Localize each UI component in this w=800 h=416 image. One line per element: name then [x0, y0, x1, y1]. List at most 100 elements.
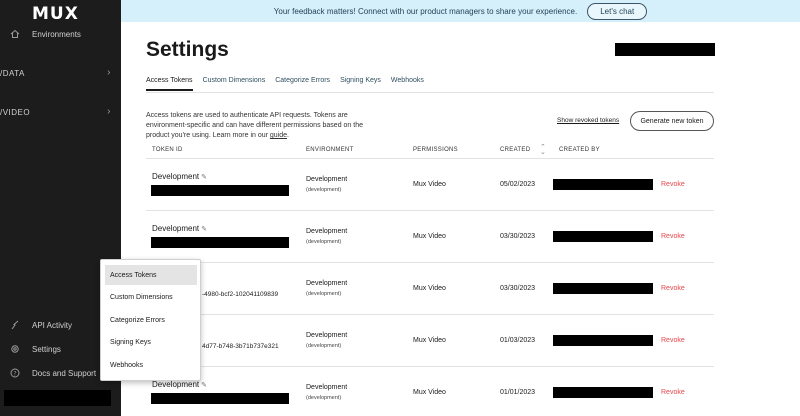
table-row: 4d77-b748-3b71b737e321 Development (devel… — [146, 315, 714, 367]
environment-name: Development — [306, 176, 348, 183]
redacted-header-info — [615, 43, 715, 56]
edit-pencil-icon[interactable]: ✎ — [201, 382, 207, 389]
settings-tabs: Access Tokens Custom Dimensions Categori… — [146, 77, 424, 91]
token-name-text: Development — [152, 380, 200, 389]
token-id-partial: -4980-bcf2-102041109839 — [202, 291, 279, 298]
menu-item-access-tokens[interactable]: Access Tokens — [105, 265, 197, 285]
redacted-created-by — [553, 335, 653, 346]
environment-cell: Development (development) — [306, 331, 347, 351]
svg-text:?: ? — [13, 370, 16, 377]
created-date: 03/30/2023 — [500, 233, 536, 240]
chevron-right-icon: › — [107, 67, 111, 78]
environment-cell: Development (development) — [306, 383, 347, 403]
environment-cell: Development (development) — [306, 227, 347, 247]
column-header-environment: ENVIRONMENT — [306, 147, 354, 153]
column-header-created-by: CREATED BY — [559, 147, 600, 153]
sidebar-section-label: /DATA — [0, 69, 25, 78]
environment-name: Development — [306, 384, 348, 391]
edit-pencil-icon[interactable]: ✎ — [201, 174, 207, 181]
permissions-cell: Mux Video — [413, 337, 446, 344]
environment-sub: (development) — [306, 187, 342, 193]
home-icon — [10, 29, 20, 39]
column-header-created[interactable]: CREATED — [500, 147, 530, 153]
settings-popup-menu: Access Tokens Custom Dimensions Categori… — [100, 259, 201, 381]
chevron-right-icon: › — [107, 106, 111, 117]
token-id-partial: 4d77-b748-3b71b737e321 — [202, 343, 279, 350]
sidebar-item-label: Docs and Support — [32, 368, 97, 378]
redacted-created-by — [553, 283, 653, 294]
environment-sub: (development) — [306, 395, 342, 401]
environment-sub: (development) — [306, 239, 342, 245]
token-name[interactable]: Development ✎ — [152, 172, 207, 181]
feedback-banner: Your feedback matters! Connect with our … — [121, 0, 800, 22]
sidebar-item-label: Settings — [32, 344, 61, 354]
page-title: Settings — [146, 38, 229, 61]
description-period: . — [287, 132, 289, 139]
created-date: 05/02/2023 — [500, 181, 536, 188]
table-row: Development ✎ Development (development) Mu… — [146, 159, 714, 211]
banner-text: Your feedback matters! Connect with our … — [273, 6, 578, 16]
environment-cell: Development (development) — [306, 279, 347, 299]
environment-sub: (development) — [306, 291, 342, 297]
environment-sub: (development) — [306, 343, 342, 349]
created-date: 01/01/2023 — [500, 389, 536, 396]
sidebar-section-data[interactable]: /DATA › — [0, 67, 121, 81]
access-tokens-description: Access tokens are used to authenticate A… — [146, 111, 386, 141]
tab-access-tokens[interactable]: Access Tokens — [146, 77, 193, 91]
environment-cell: Development (development) — [306, 175, 347, 195]
environment-name: Development — [306, 332, 348, 339]
revoke-link[interactable]: Revoke — [661, 337, 685, 344]
menu-item-signing-keys[interactable]: Signing Keys — [105, 332, 197, 352]
show-revoked-tokens-link[interactable]: Show revoked tokens — [557, 117, 619, 124]
sidebar-item-label: API Activity — [32, 320, 73, 330]
tab-signing-keys[interactable]: Signing Keys — [340, 77, 381, 91]
activity-icon — [10, 320, 20, 330]
revoke-link[interactable]: Revoke — [661, 233, 685, 240]
environment-name: Development — [306, 228, 348, 235]
menu-item-categorize-errors[interactable]: Categorize Errors — [105, 310, 197, 330]
menu-item-webhooks[interactable]: Webhooks — [105, 355, 197, 375]
redacted-token-id — [151, 237, 289, 248]
column-header-permissions: PERMISSIONS — [413, 147, 458, 153]
lets-chat-button[interactable]: Let's chat — [587, 2, 648, 20]
revoke-link[interactable]: Revoke — [661, 389, 685, 396]
tabs-divider — [146, 92, 714, 93]
help-icon: ? — [10, 368, 20, 378]
permissions-cell: Mux Video — [413, 181, 446, 188]
tab-custom-dimensions[interactable]: Custom Dimensions — [203, 77, 266, 91]
app-root: MUX Environments /DATA › /VIDEO › API Ac… — [0, 0, 800, 416]
table-row: Development ✎ Development (development) Mu… — [146, 211, 714, 263]
redacted-created-by — [553, 179, 653, 190]
token-name-text: Development — [152, 172, 200, 181]
edit-pencil-icon[interactable]: ✎ — [201, 226, 207, 233]
gear-icon — [10, 344, 20, 354]
redacted-account-name — [4, 390, 111, 406]
permissions-cell: Mux Video — [413, 233, 446, 240]
table-row: -4980-bcf2-102041109839 Development (deve… — [146, 263, 714, 315]
redacted-token-id — [151, 185, 289, 196]
sort-icon[interactable]: ⌃ ⌄ — [540, 144, 546, 156]
sidebar-section-label: /VIDEO — [0, 108, 31, 117]
guide-link[interactable]: guide — [270, 132, 287, 139]
token-name[interactable]: Development ✎ — [152, 224, 207, 233]
revoke-link[interactable]: Revoke — [661, 181, 685, 188]
tab-webhooks[interactable]: Webhooks — [391, 77, 424, 91]
token-name-text: Development — [152, 224, 200, 233]
sidebar-section-video[interactable]: /VIDEO › — [0, 106, 121, 120]
generate-new-token-button[interactable]: Generate new token — [630, 111, 714, 131]
permissions-cell: Mux Video — [413, 285, 446, 292]
description-text: Access tokens are used to authenticate A… — [146, 112, 363, 139]
redacted-created-by — [553, 231, 653, 242]
sidebar-item-label: Environments — [32, 29, 81, 39]
tab-categorize-errors[interactable]: Categorize Errors — [275, 77, 330, 91]
sidebar-item-environments[interactable]: Environments — [0, 24, 121, 44]
environment-name: Development — [306, 280, 348, 287]
token-name[interactable]: Development ✎ — [152, 380, 207, 389]
permissions-cell: Mux Video — [413, 389, 446, 396]
menu-item-custom-dimensions[interactable]: Custom Dimensions — [105, 287, 197, 307]
revoke-link[interactable]: Revoke — [661, 285, 685, 292]
created-date: 01/03/2023 — [500, 337, 536, 344]
table-row: Development ✎ Development (development) Mu… — [146, 367, 714, 416]
column-header-token-id: TOKEN ID — [152, 147, 183, 153]
mux-logo[interactable]: MUX — [32, 4, 79, 24]
